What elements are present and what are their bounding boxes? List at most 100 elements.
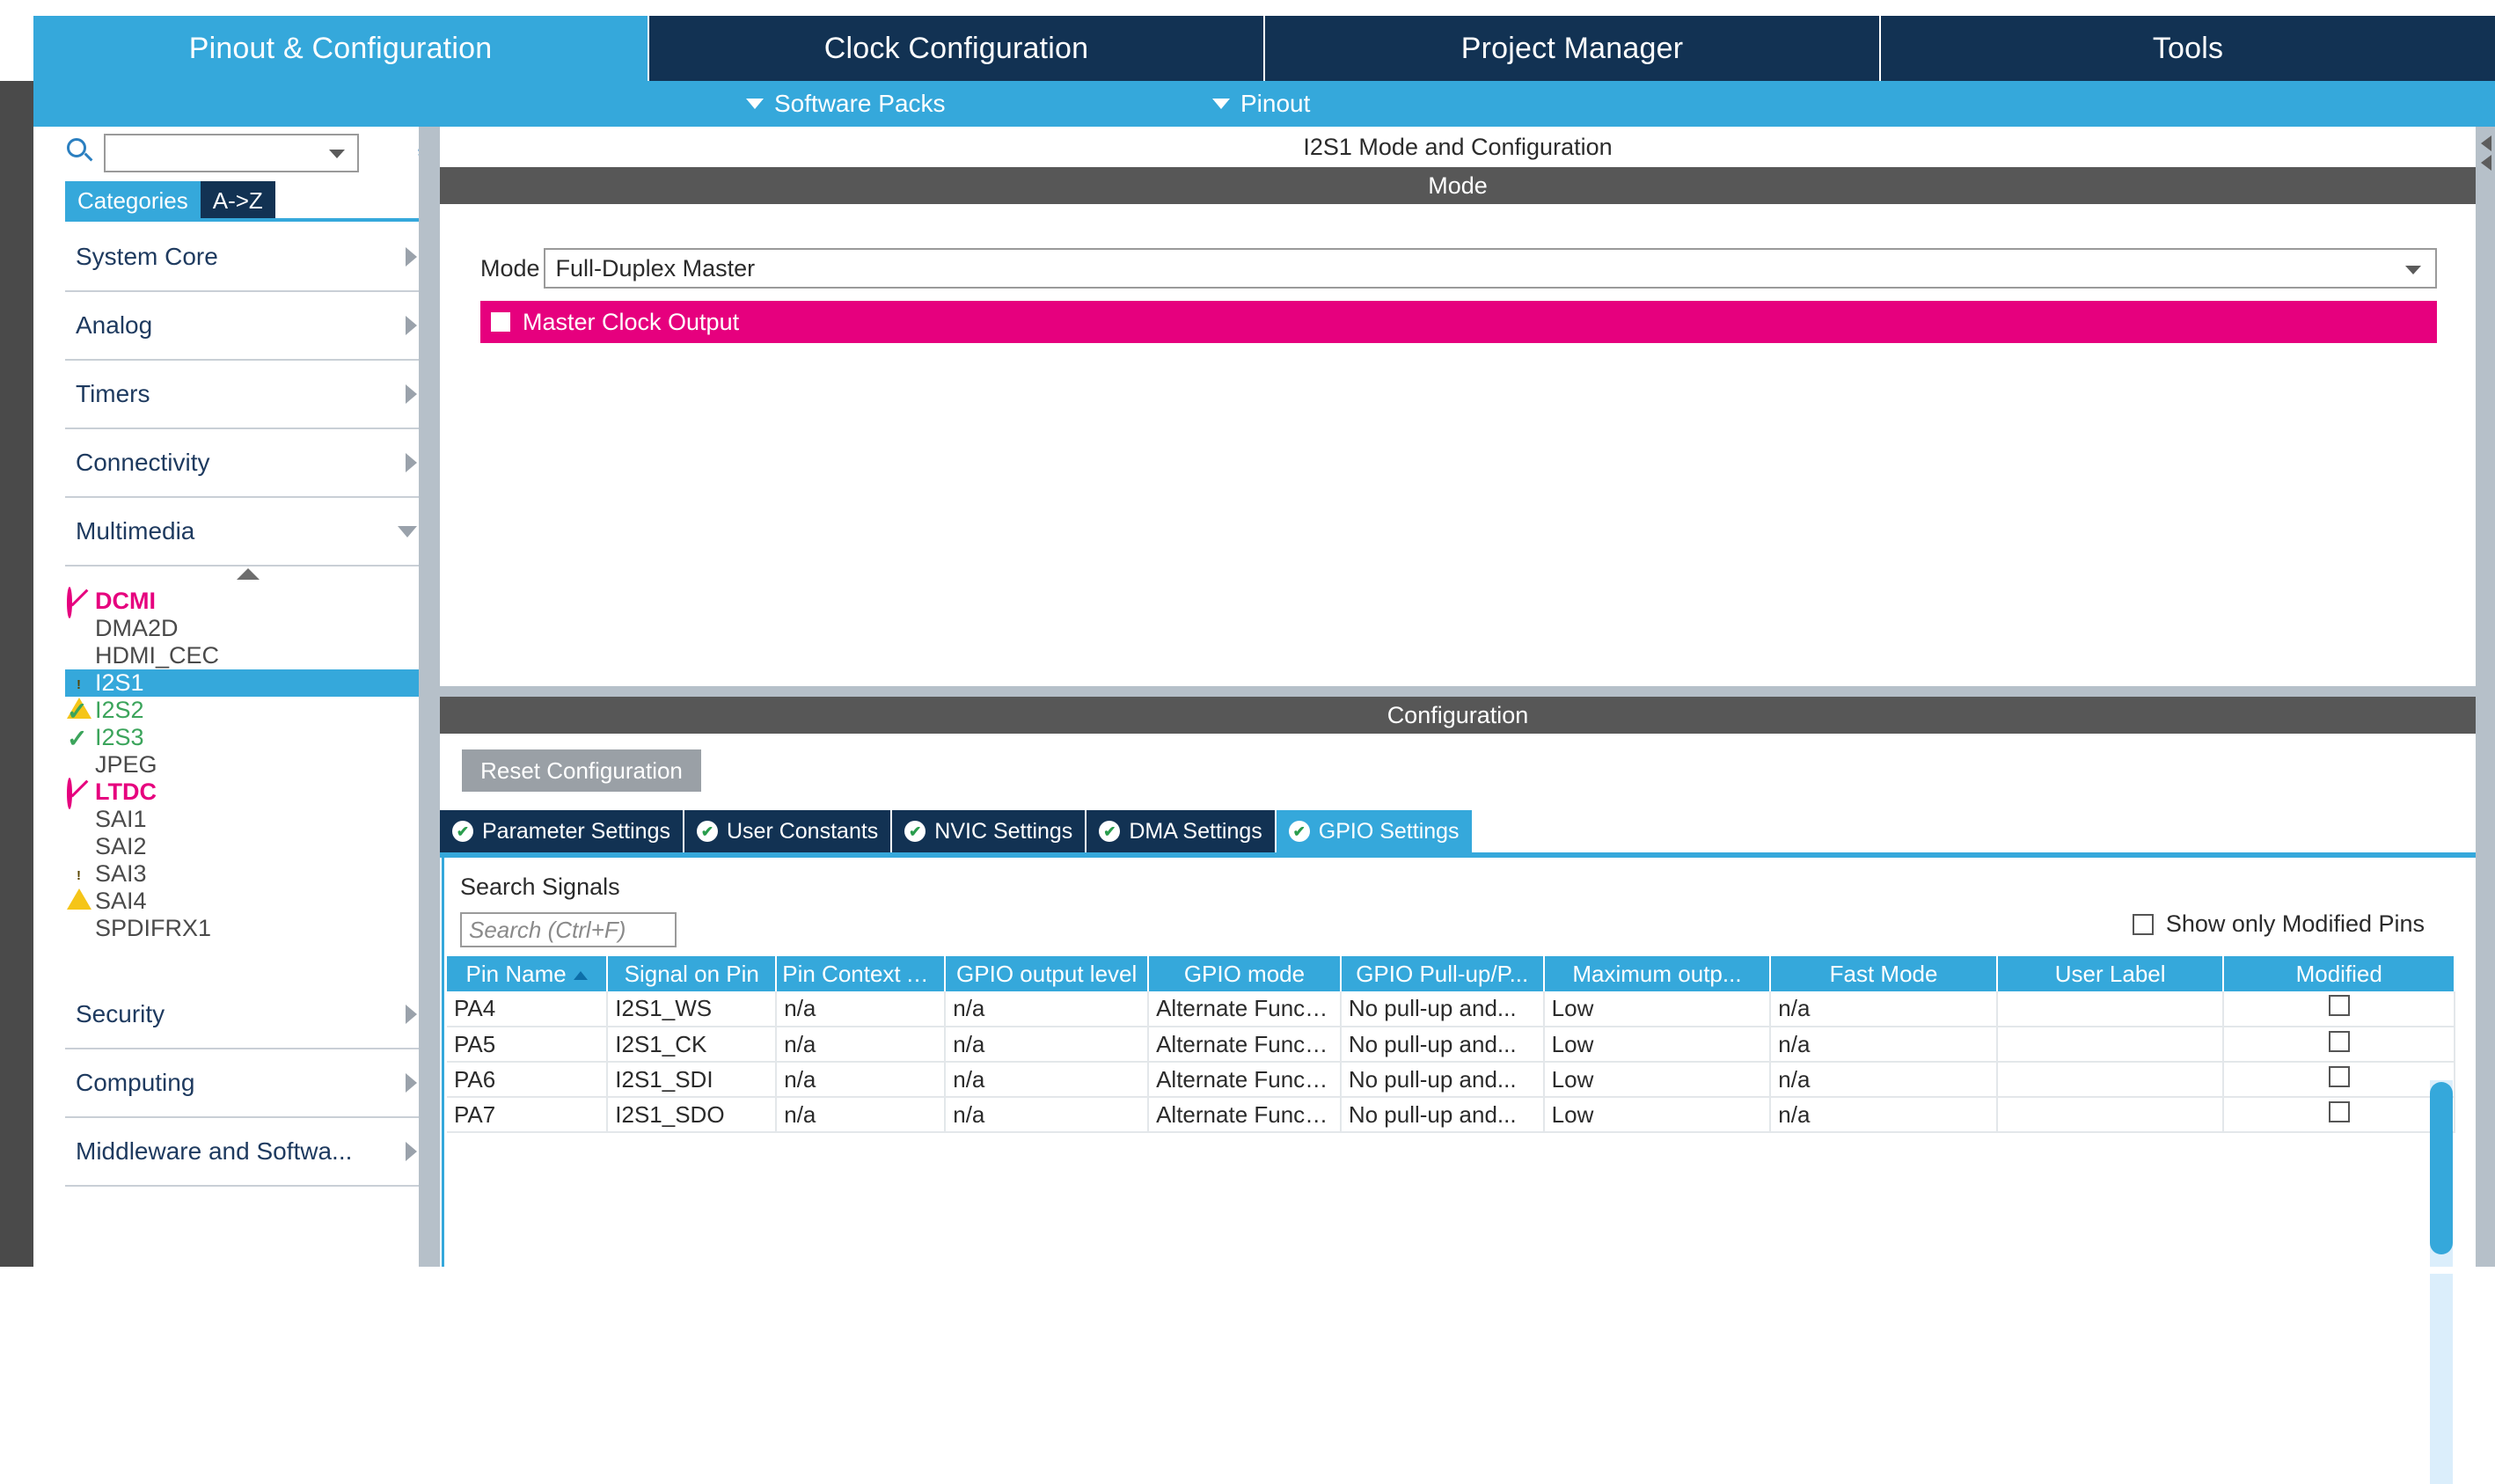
table-row[interactable]: PA6 I2S1_SDI n/a n/a Alternate Functi... No p… — [447, 1062, 2455, 1098]
table-cell-output-level[interactable]: n/a — [945, 1062, 1150, 1098]
collapse-panel-button[interactable] — [2477, 132, 2495, 181]
table-header-cell-4[interactable]: GPIO mode — [1148, 956, 1342, 991]
table-cell-modified[interactable] — [2223, 1097, 2455, 1133]
show-only-modified-pins-checkbox[interactable] — [2132, 913, 2154, 935]
table-cell-modified[interactable] — [2223, 1062, 2455, 1098]
table-cell-max-output[interactable]: Low — [1543, 1062, 1772, 1098]
peripheral-item-jpeg[interactable]: JPEG — [65, 751, 431, 779]
peripheral-item-i2s1[interactable]: I2S1 — [65, 669, 431, 719]
software-packs-menu[interactable]: Software Packs — [746, 81, 946, 127]
table-cell-pull[interactable]: No pull-up and... — [1340, 1062, 1545, 1098]
table-cell-signal-on-pin[interactable]: I2S1_CK — [607, 1027, 778, 1063]
peripheral-item-i2s3[interactable]: ✓ I2S3 — [65, 724, 431, 751]
peripheral-item-dcmi[interactable]: DCMI — [65, 586, 431, 618]
table-cell-max-output[interactable]: Low — [1543, 991, 1772, 1027]
search-input[interactable] — [104, 134, 359, 172]
modified-checkbox[interactable] — [2328, 995, 2350, 1016]
table-header-cell-0[interactable]: Pin Name — [447, 956, 609, 991]
peripheral-item-ltdc[interactable]: LTDC — [65, 777, 431, 809]
peripheral-item-sai3[interactable]: SAI3 — [65, 860, 431, 910]
nav-tab-2[interactable]: Project Manager — [1265, 16, 1881, 81]
table-cell-user-label[interactable] — [1996, 1097, 2225, 1133]
table-header-cell-6[interactable]: Maximum outp... — [1543, 956, 1772, 991]
table-cell-fast-mode[interactable]: n/a — [1770, 1062, 1998, 1098]
table-cell-pin-context[interactable]: n/a — [776, 1062, 947, 1098]
right-splitter[interactable] — [2476, 127, 2495, 1274]
search-signals-input[interactable]: Search (Ctrl+F) — [460, 912, 677, 947]
config-tab-gpio-settings[interactable]: ✔ GPIO Settings — [1276, 810, 1474, 852]
table-cell-fast-mode[interactable]: n/a — [1770, 1097, 1998, 1133]
table-header-cell-1[interactable]: Signal on Pin — [607, 956, 778, 991]
scroll-up-icon[interactable] — [237, 568, 260, 580]
nav-tab-0[interactable]: Pinout & Configuration — [33, 16, 649, 81]
table-cell-user-label[interactable] — [1996, 991, 2225, 1027]
table-header-cell-2[interactable]: Pin Context Ass... — [776, 956, 947, 991]
sidebar-category-middleware-and-softwa[interactable]: Middleware and Softwa... — [65, 1118, 431, 1187]
peripheral-item-dma2d[interactable]: DMA2D — [65, 615, 431, 642]
sidebar-category-security[interactable]: Security — [65, 981, 431, 1049]
sidebar-category-analog[interactable]: Analog — [65, 292, 431, 361]
show-only-modified-pins-toggle[interactable]: Show only Modified Pins — [2132, 910, 2425, 938]
table-cell-pin-context[interactable]: n/a — [776, 1027, 947, 1063]
modified-checkbox[interactable] — [2328, 1100, 2350, 1122]
table-cell-fast-mode[interactable]: n/a — [1770, 991, 1998, 1027]
nav-tab-1[interactable]: Clock Configuration — [649, 16, 1265, 81]
table-cell-pin-name[interactable]: PA7 — [447, 1097, 609, 1133]
table-cell-user-label[interactable] — [1996, 1027, 2225, 1063]
sidebar-category-system-core[interactable]: System Core — [65, 223, 431, 292]
table-header-cell-9[interactable]: Modified — [2223, 956, 2455, 991]
pinout-menu[interactable]: Pinout — [1212, 81, 1310, 127]
sidebar-view-tab-1[interactable]: A->Z — [200, 181, 275, 220]
modified-checkbox[interactable] — [2328, 1065, 2350, 1087]
table-cell-pin-name[interactable]: PA4 — [447, 991, 609, 1027]
table-cell-gpio-mode[interactable]: Alternate Functi... — [1148, 1062, 1342, 1098]
sidebar-category-connectivity[interactable]: Connectivity — [65, 429, 431, 498]
table-cell-signal-on-pin[interactable]: I2S1_SDI — [607, 1062, 778, 1098]
table-cell-pin-name[interactable]: PA5 — [447, 1027, 609, 1063]
table-cell-gpio-mode[interactable]: Alternate Functi... — [1148, 1027, 1342, 1063]
panel-splitter[interactable] — [440, 686, 2476, 697]
table-row[interactable]: PA7 I2S1_SDO n/a n/a Alternate Functi... No p… — [447, 1097, 2455, 1133]
table-cell-output-level[interactable]: n/a — [945, 991, 1150, 1027]
sidebar-splitter[interactable] — [419, 127, 438, 1274]
peripheral-item-spdifrx1[interactable]: SPDIFRX1 — [65, 915, 431, 942]
config-tab-parameter-settings[interactable]: ✔ Parameter Settings — [440, 810, 684, 852]
table-cell-modified[interactable] — [2223, 991, 2455, 1027]
table-row[interactable]: PA5 I2S1_CK n/a n/a Alternate Functi... No pu… — [447, 1027, 2455, 1063]
peripheral-item-sai1[interactable]: SAI1 — [65, 806, 431, 833]
peripheral-item-sai2[interactable]: SAI2 — [65, 833, 431, 860]
table-row[interactable]: PA4 I2S1_WS n/a n/a Alternate Functi... No pu… — [447, 991, 2455, 1027]
config-tab-nvic-settings[interactable]: ✔ NVIC Settings — [892, 810, 1087, 852]
sidebar-category-multimedia[interactable]: Multimedia — [65, 498, 431, 567]
table-cell-pin-context[interactable]: n/a — [776, 1097, 947, 1133]
sidebar-category-timers[interactable]: Timers — [65, 361, 431, 429]
mode-select[interactable]: Full-Duplex Master — [543, 248, 2437, 289]
table-cell-output-level[interactable]: n/a — [945, 1027, 1150, 1063]
table-cell-modified[interactable] — [2223, 1027, 2455, 1063]
table-cell-pull[interactable]: No pull-up and... — [1340, 991, 1545, 1027]
table-header-cell-7[interactable]: Fast Mode — [1770, 956, 1998, 991]
sidebar-view-tab-0[interactable]: Categories — [65, 181, 201, 220]
table-cell-gpio-mode[interactable]: Alternate Functi... — [1148, 991, 1342, 1027]
table-header-cell-5[interactable]: GPIO Pull-up/P... — [1340, 956, 1545, 991]
table-cell-max-output[interactable]: Low — [1543, 1097, 1772, 1133]
sidebar-category-computing[interactable]: Computing — [65, 1049, 431, 1118]
peripheral-item-i2s2[interactable]: ✓ I2S2 — [65, 697, 431, 724]
table-cell-pull[interactable]: No pull-up and... — [1340, 1027, 1545, 1063]
table-cell-pin-context[interactable]: n/a — [776, 991, 947, 1027]
table-header-cell-3[interactable]: GPIO output level — [945, 956, 1150, 991]
peripheral-item-sai4[interactable]: SAI4 — [65, 888, 431, 915]
master-clock-output-row[interactable]: Master Clock Output — [480, 301, 2437, 343]
table-cell-output-level[interactable]: n/a — [945, 1097, 1150, 1133]
table-cell-signal-on-pin[interactable]: I2S1_WS — [607, 991, 778, 1027]
config-tab-user-constants[interactable]: ✔ User Constants — [684, 810, 893, 852]
config-tab-dma-settings[interactable]: ✔ DMA Settings — [1087, 810, 1277, 852]
table-cell-pin-name[interactable]: PA6 — [447, 1062, 609, 1098]
table-cell-signal-on-pin[interactable]: I2S1_SDO — [607, 1097, 778, 1133]
peripheral-item-hdmi_cec[interactable]: HDMI_CEC — [65, 642, 431, 669]
modified-checkbox[interactable] — [2328, 1030, 2350, 1052]
table-cell-fast-mode[interactable]: n/a — [1770, 1027, 1998, 1063]
table-scrollbar-thumb[interactable] — [2430, 1082, 2453, 1254]
table-header-cell-8[interactable]: User Label — [1996, 956, 2225, 991]
table-cell-gpio-mode[interactable]: Alternate Functi... — [1148, 1097, 1342, 1133]
